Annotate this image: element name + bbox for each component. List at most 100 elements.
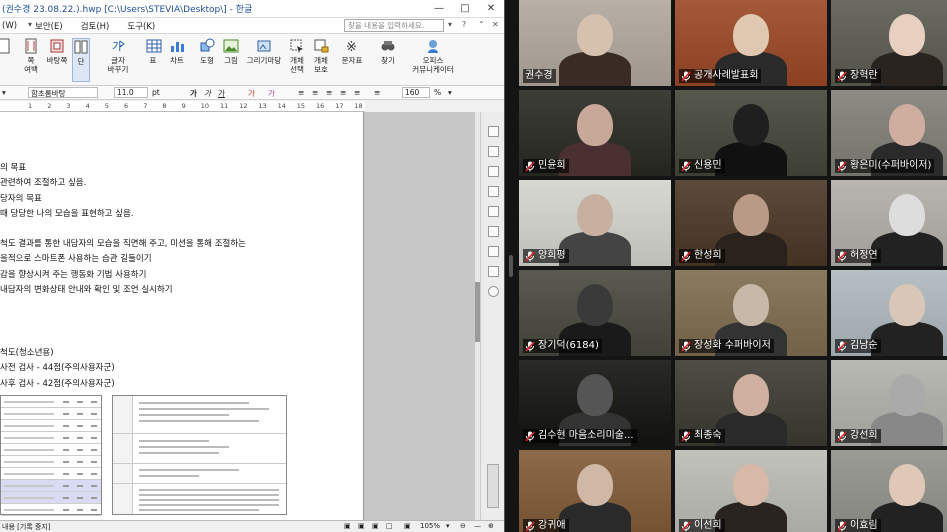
- ribbon-clipart[interactable]: 그리기마당: [244, 38, 284, 65]
- font-select[interactable]: 함초롬바탕: [28, 87, 98, 98]
- menu-view[interactable]: (W): [2, 21, 17, 31]
- participant-tile[interactable]: 장혁란: [831, 0, 947, 86]
- view-mode-icon[interactable]: □: [386, 522, 393, 530]
- summary-table[interactable]: [112, 395, 287, 515]
- align-distribute-icon[interactable]: ≡: [354, 88, 360, 97]
- side-panel-icon[interactable]: [488, 186, 499, 197]
- participant-tile[interactable]: 최종숙: [675, 360, 827, 446]
- side-panel-icon[interactable]: [488, 246, 499, 257]
- zoom-out-icon[interactable]: ⊖: [460, 522, 466, 530]
- close-icon[interactable]: ✕: [478, 3, 504, 14]
- align-center-icon[interactable]: ≡: [326, 88, 332, 97]
- page-nav-buttons[interactable]: [487, 464, 499, 508]
- maximize-icon[interactable]: □: [452, 3, 478, 14]
- office-communicator-icon: [428, 40, 438, 53]
- view-mode-icon[interactable]: ▣: [344, 522, 351, 530]
- view-mode-icon[interactable]: ▣: [372, 522, 379, 530]
- ribbon-columns[interactable]: 단: [72, 38, 90, 82]
- participant-tile[interactable]: 권수경: [519, 0, 671, 86]
- ribbon-object-select[interactable]: 개체 선택: [288, 38, 306, 74]
- participant-tile[interactable]: 공개사례발표회: [675, 0, 827, 86]
- ribbon-char-replace[interactable]: 가 글자 바꾸기: [104, 38, 132, 74]
- ribbon-table[interactable]: 표: [146, 38, 162, 65]
- bold-button[interactable]: 가: [190, 88, 197, 99]
- participant-tile[interactable]: 김남순: [831, 270, 947, 356]
- participant-tile[interactable]: 장기덕(6184): [519, 270, 671, 356]
- participant-tile[interactable]: 김수현 마음소리미술...: [519, 360, 671, 446]
- menu-tools[interactable]: 도구(K): [127, 20, 155, 32]
- collapse-ribbon-icon[interactable]: ⌃: [478, 20, 485, 29]
- mic-muted-icon: [837, 340, 847, 352]
- participant-tile[interactable]: 장성화 수퍼바이저: [675, 270, 827, 356]
- side-panel-icon[interactable]: [488, 126, 499, 137]
- ribbon-page-margin[interactable]: 쪽 여백: [18, 38, 44, 74]
- side-panel-icon[interactable]: [488, 206, 499, 217]
- zoom-level[interactable]: 105%: [420, 522, 440, 530]
- ribbon-office-communicator[interactable]: 오피스 커뮤니케이터: [404, 38, 462, 74]
- zoom-slider[interactable]: —: [474, 522, 481, 530]
- ribbon-find[interactable]: 찾기: [378, 38, 398, 65]
- italic-button[interactable]: 가: [204, 88, 211, 99]
- side-panel-icon[interactable]: [488, 226, 499, 237]
- participant-tile[interactable]: 양희평: [519, 180, 671, 266]
- participant-tile[interactable]: 한성희: [675, 180, 827, 266]
- menu-dropdown-icon[interactable]: ▾: [28, 20, 32, 29]
- ribbon-symbol[interactable]: ※ 문자표: [340, 38, 364, 65]
- window-title: (권수경 23.08.22.).hwp [C:\Users\STEVIA\Des…: [2, 5, 253, 15]
- ribbon-shape[interactable]: 도형: [198, 38, 216, 65]
- line-spacing-dropdown-icon[interactable]: ▾: [448, 88, 452, 97]
- search-options-icon[interactable]: ▾: [448, 20, 452, 29]
- side-panel-icon[interactable]: [488, 146, 499, 157]
- participant-tile[interactable]: 강귀애: [519, 450, 671, 532]
- underline-button[interactable]: 가: [218, 88, 225, 99]
- ribbon-object-protect[interactable]: 개체 보호: [312, 38, 330, 74]
- align-justify-icon[interactable]: ≡: [298, 88, 304, 97]
- ruler[interactable]: 1 2 3 4 5 6 7 8 9 10 11 12 13 14 15 16 17 18: [0, 101, 365, 112]
- participant-tile[interactable]: 황은미(수퍼바이저): [831, 90, 947, 176]
- ribbon-master-page[interactable]: 바탕쪽: [46, 38, 68, 65]
- line-spacing-input[interactable]: 160: [402, 87, 430, 98]
- participant-tile[interactable]: 허정연: [831, 180, 947, 266]
- gallery-resize-handle[interactable]: [509, 255, 513, 277]
- line-spacing-unit[interactable]: %: [434, 88, 441, 97]
- minimize-icon[interactable]: —: [426, 3, 452, 14]
- participant-face: [733, 104, 769, 146]
- participant-tile[interactable]: 강선희: [831, 360, 947, 446]
- ribbon-chart[interactable]: 차트: [168, 38, 186, 65]
- help-icon[interactable]: ?: [462, 20, 466, 29]
- highlight-button[interactable]: 가: [268, 88, 275, 99]
- side-panel-icon[interactable]: [488, 166, 499, 177]
- table-cell: [77, 509, 83, 511]
- align-right-icon[interactable]: ≡: [340, 88, 346, 97]
- zoom-fit-icon[interactable]: ▣: [404, 522, 411, 530]
- participant-tile[interactable]: 민윤희: [519, 90, 671, 176]
- menu-review[interactable]: 검토(H): [81, 20, 110, 32]
- document-page[interactable]: 의 목표 관련하여 조절하고 싶음. 당자의 목표 때 당당한 나의 모습을 표…: [0, 112, 364, 520]
- document-area[interactable]: 의 목표 관련하여 조절하고 싶음. 당자의 목표 때 당당한 나의 모습을 표…: [0, 112, 480, 520]
- view-mode-icon[interactable]: ▣: [358, 522, 365, 530]
- ribbon-picture[interactable]: 그림: [222, 38, 240, 65]
- zoom-in-icon[interactable]: ⊕: [488, 522, 494, 530]
- style-dropdown-icon[interactable]: ▾: [2, 88, 6, 97]
- participant-tile[interactable]: 신용민: [675, 90, 827, 176]
- menu-security[interactable]: 보안(E): [35, 20, 63, 32]
- ribbon-partial-button[interactable]: [0, 38, 12, 56]
- zoom-dropdown-icon[interactable]: ▾: [446, 522, 450, 530]
- side-panel-icon[interactable]: [488, 286, 499, 297]
- mic-muted-icon: [837, 430, 847, 442]
- participant-tile[interactable]: 이효림: [831, 450, 947, 532]
- unit-select[interactable]: pt: [152, 88, 160, 97]
- font-size-input[interactable]: 11.0: [114, 87, 148, 98]
- side-panel-icon[interactable]: [488, 266, 499, 277]
- close-doc-icon[interactable]: ✕: [492, 20, 499, 29]
- align-split-icon[interactable]: ≡: [374, 88, 380, 97]
- table-cell: [63, 497, 69, 499]
- table-icon: [146, 39, 162, 53]
- font-color-button[interactable]: 가: [248, 88, 255, 99]
- search-input[interactable]: 찾을 내용을 입력하세요.: [344, 19, 444, 32]
- participant-tile[interactable]: 이선희: [675, 450, 827, 532]
- score-table[interactable]: [0, 395, 102, 516]
- align-left-icon[interactable]: ≡: [312, 88, 318, 97]
- svg-text:※: ※: [346, 40, 357, 54]
- doc-line: 척도 결과를 통한 내담자의 모습을 직면해 주고, 미션을 통해 조절하는: [0, 239, 246, 249]
